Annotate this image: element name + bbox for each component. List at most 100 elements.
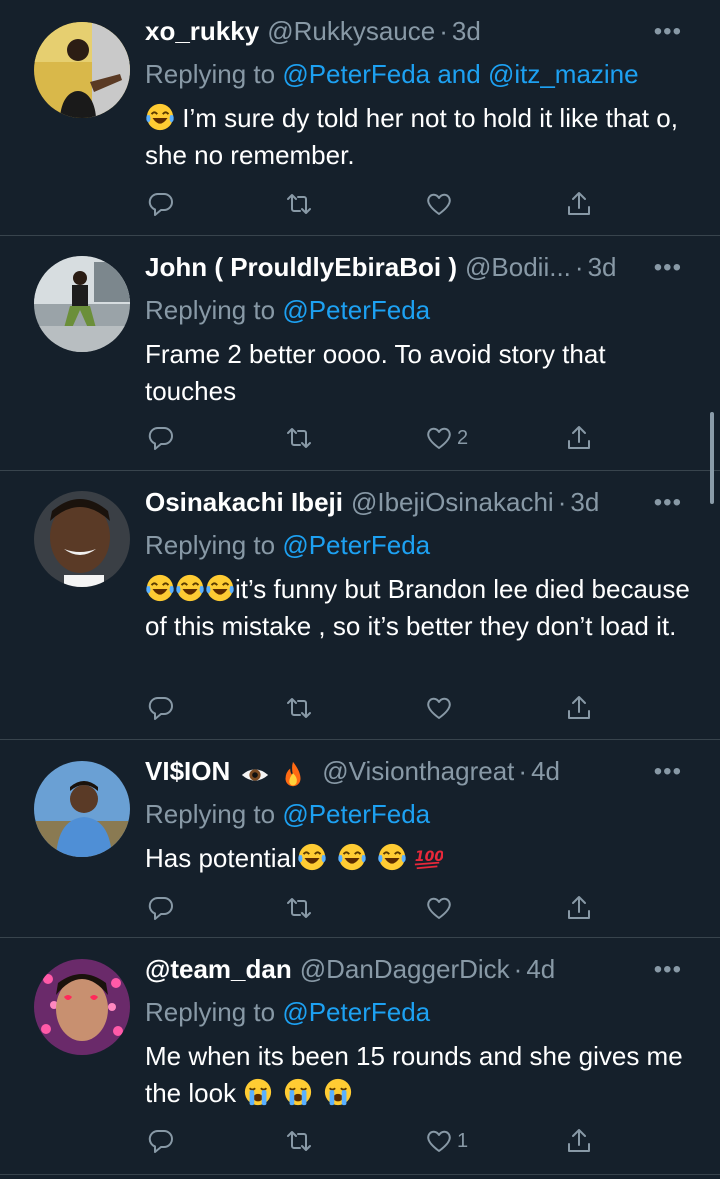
tweet-text-content: Me when its been 15 rounds and she gives… <box>145 1041 683 1108</box>
tweet-text-content: I’m sure dy told her not to hold it like… <box>145 103 678 170</box>
crying-emoji <box>323 1077 353 1107</box>
more-options-icon[interactable]: ••• <box>654 18 682 46</box>
avatar[interactable] <box>34 491 130 587</box>
timestamp[interactable]: 4d <box>526 954 555 985</box>
replying-prefix: Replying to <box>145 997 283 1027</box>
tweet-text: Me when its been 15 rounds and she gives… <box>145 1038 700 1112</box>
heart-icon <box>427 427 451 449</box>
more-options-icon[interactable]: ••• <box>654 758 682 786</box>
user-name[interactable]: @team_dan <box>145 954 292 985</box>
heart-icon <box>427 193 451 215</box>
tweet-team-dan[interactable]: @team_dan @DanDaggerDick · 4d ••• Replyi… <box>0 938 720 1175</box>
user-handle[interactable]: @DanDaggerDick <box>300 954 510 985</box>
laughing-tears-emoji <box>377 842 407 872</box>
tweet-text: it’s funny but Brandon lee died because … <box>145 571 700 645</box>
tweet-text: Has potential 100 <box>145 840 700 877</box>
share-icon <box>568 696 590 719</box>
tweet-rukky[interactable]: xo_rukky @Rukkysauce · 3d ••• Replying t… <box>0 0 720 236</box>
replying-to-link[interactable]: @PeterFeda <box>282 295 430 325</box>
eye-emoji <box>240 760 270 790</box>
laughing-tears-emoji <box>297 842 327 872</box>
replying-to: Replying to @PeterFeda <box>145 525 700 565</box>
tweet-actions <box>145 692 605 724</box>
share-button[interactable] <box>565 692 593 724</box>
user-name[interactable]: xo_rukky <box>145 16 259 47</box>
retweet-icon <box>287 698 311 718</box>
tweet-actions <box>145 892 605 924</box>
share-icon <box>568 896 590 919</box>
laughing-tears-emoji <box>337 842 367 872</box>
like-button[interactable] <box>425 692 457 724</box>
separator: · <box>513 954 523 984</box>
user-name[interactable]: Osinakachi Ibeji <box>145 487 343 518</box>
reply-icon <box>148 426 173 450</box>
like-button[interactable]: 1 <box>425 1125 468 1157</box>
like-button[interactable] <box>425 892 457 924</box>
replying-prefix: Replying to <box>145 530 283 560</box>
reply-button[interactable] <box>147 1125 175 1157</box>
replying-prefix: Replying to <box>145 59 283 89</box>
tweet-text-content: Frame 2 better oooo. To avoid story that… <box>145 339 606 406</box>
heart-icon <box>427 697 451 719</box>
retweet-button[interactable] <box>285 1125 313 1157</box>
timestamp[interactable]: 3d <box>452 16 481 47</box>
laughing-tears-emoji <box>145 573 175 603</box>
share-button[interactable] <box>565 422 593 454</box>
reply-button[interactable] <box>147 692 175 724</box>
replying-to-link[interactable]: @PeterFeda <box>282 530 430 560</box>
heart-icon <box>427 1130 451 1152</box>
timestamp[interactable]: 4d <box>531 756 560 787</box>
avatar[interactable] <box>34 22 130 118</box>
like-button[interactable] <box>425 188 457 220</box>
replying-to-link[interactable]: @PeterFeda <box>282 997 430 1027</box>
separator: · <box>518 756 528 786</box>
tweet-osinakachi[interactable]: Osinakachi Ibeji @IbejiOsinakachi · 3d •… <box>0 471 720 740</box>
tweet-text: Frame 2 better oooo. To avoid story that… <box>145 336 700 410</box>
retweet-icon <box>287 428 311 448</box>
share-icon <box>568 1129 590 1152</box>
replying-to: Replying to @PeterFeda and @itz_mazine <box>145 54 700 94</box>
replying-to: Replying to @PeterFeda <box>145 290 700 330</box>
tweet-john[interactable]: John ( ProuldlyEbiraBoi ) @Bodii... · 3d… <box>0 236 720 471</box>
avatar[interactable] <box>34 959 130 1055</box>
reply-button[interactable] <box>147 188 175 220</box>
user-handle[interactable]: @Visionthagreat <box>322 756 514 787</box>
retweet-button[interactable] <box>285 422 313 454</box>
user-name[interactable]: John ( ProuldlyEbiraBoi ) <box>145 252 457 283</box>
user-handle[interactable]: @Bodii... <box>465 252 571 283</box>
more-options-icon[interactable]: ••• <box>654 489 682 517</box>
share-button[interactable] <box>565 1125 593 1157</box>
heart-icon <box>427 897 451 919</box>
retweet-icon <box>287 194 311 214</box>
replying-to: Replying to @PeterFeda <box>145 794 700 834</box>
more-options-icon[interactable]: ••• <box>654 254 682 282</box>
share-button[interactable] <box>565 892 593 924</box>
more-options-icon[interactable]: ••• <box>654 956 682 984</box>
replying-to-link[interactable]: @PeterFeda and @itz_mazine <box>282 59 638 89</box>
tweet-text: I’m sure dy told her not to hold it like… <box>145 100 700 174</box>
avatar[interactable] <box>34 256 130 352</box>
retweet-button[interactable] <box>285 188 313 220</box>
reply-icon <box>148 696 173 720</box>
like-count: 2 <box>457 426 469 449</box>
share-button[interactable] <box>565 188 593 220</box>
timestamp[interactable]: 3d <box>570 487 599 518</box>
fire-emoji <box>278 760 308 790</box>
scrollbar[interactable] <box>710 412 714 504</box>
replying-prefix: Replying to <box>145 295 283 325</box>
user-handle[interactable]: @IbejiOsinakachi <box>351 487 554 518</box>
replying-to-link[interactable]: @PeterFeda <box>282 799 430 829</box>
user-name[interactable]: VI$ION <box>145 756 230 787</box>
separator: · <box>439 16 448 46</box>
timestamp[interactable]: 3d <box>588 252 617 283</box>
reply-button[interactable] <box>147 892 175 924</box>
user-handle[interactable]: @Rukkysauce <box>267 16 435 47</box>
retweet-button[interactable] <box>285 892 313 924</box>
separator: · <box>574 252 584 282</box>
avatar[interactable] <box>34 761 130 857</box>
retweet-button[interactable] <box>285 692 313 724</box>
like-button[interactable]: 2 <box>425 422 468 454</box>
laughing-tears-emoji <box>175 573 205 603</box>
reply-button[interactable] <box>147 422 175 454</box>
tweet-vision[interactable]: VI$ION @Visionthagreat · 4d ••• Replying… <box>0 740 720 938</box>
